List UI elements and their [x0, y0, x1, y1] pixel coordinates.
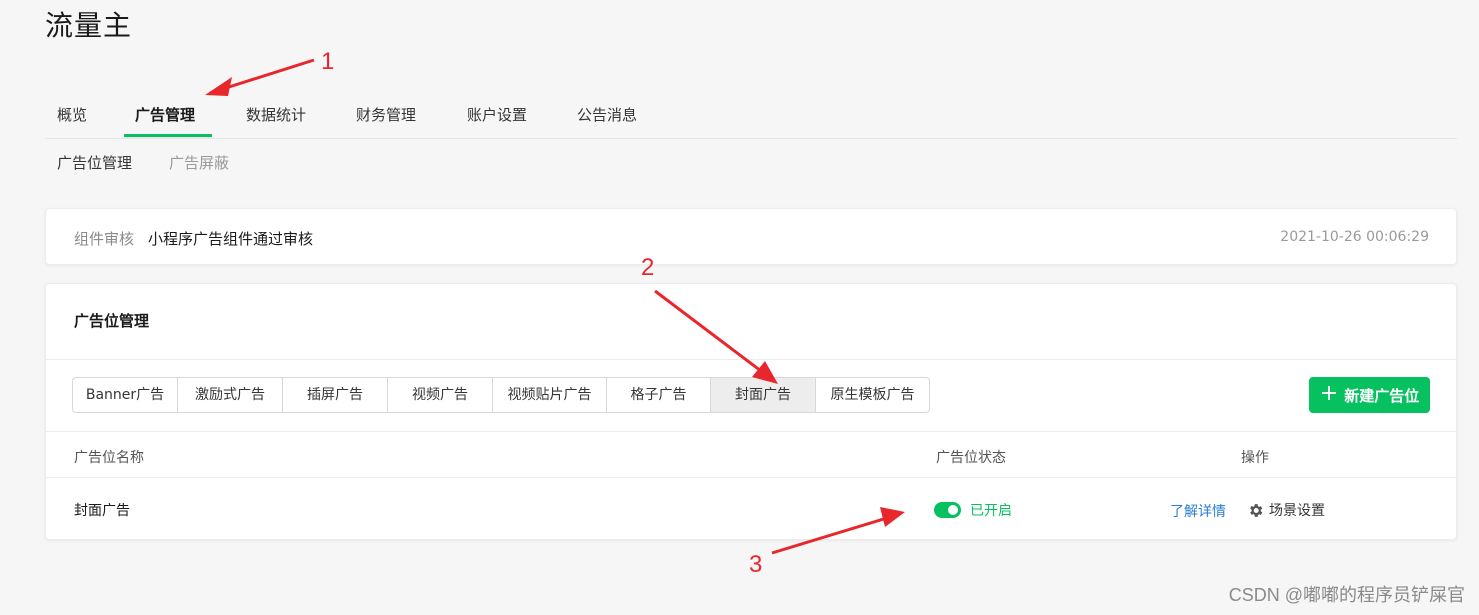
- ad-type-selector: Banner广告 激励式广告 插屏广告 视频广告 视频贴片广告 格子广告 封面广…: [72, 377, 930, 413]
- scene-settings-label: 场景设置: [1269, 503, 1325, 519]
- new-ad-slot-label: 新建广告位: [1344, 386, 1420, 405]
- main-nav: 概览 广告管理 数据统计 财务管理 账户设置 公告消息: [45, 96, 1457, 139]
- column-header-status: 广告位状态: [936, 450, 1006, 466]
- annotation-label-1: 1: [321, 48, 335, 75]
- ad-slot-name: 封面广告: [74, 503, 130, 519]
- ad-type-rewarded[interactable]: 激励式广告: [178, 378, 283, 412]
- plus-icon: +: [1319, 381, 1339, 406]
- ad-type-cover[interactable]: 封面广告: [711, 378, 816, 412]
- ad-type-banner[interactable]: Banner广告: [73, 378, 178, 412]
- toggle-knob: [948, 505, 958, 515]
- column-header-actions: 操作: [1241, 450, 1269, 466]
- notice-label: 组件审核: [74, 230, 135, 248]
- page-title: 流量主: [45, 9, 133, 42]
- scene-settings-button[interactable]: 场景设置: [1247, 500, 1325, 520]
- tab-announcements[interactable]: 公告消息: [577, 104, 637, 125]
- ad-type-native-template[interactable]: 原生模板广告: [816, 378, 929, 412]
- annotation-label-2: 2: [641, 254, 655, 281]
- notice-time: 2021-10-26 00:06:29: [1280, 229, 1429, 245]
- sub-tab-ad-slot-management[interactable]: 广告位管理: [57, 152, 132, 173]
- ad-type-grid[interactable]: 格子广告: [607, 378, 711, 412]
- watermark: CSDN @嘟嘟的程序员铲屎官: [1228, 585, 1465, 605]
- status-text: 已开启: [970, 503, 1012, 519]
- tab-account-settings[interactable]: 账户设置: [467, 104, 527, 125]
- divider: [46, 477, 1456, 478]
- gear-icon: [1247, 502, 1264, 519]
- notice-card: 组件审核 小程序广告组件通过审核 2021-10-26 00:06:29: [45, 208, 1457, 265]
- tab-overview[interactable]: 概览: [57, 104, 87, 125]
- ad-type-video-patch[interactable]: 视频贴片广告: [493, 378, 607, 412]
- tab-ad-management[interactable]: 广告管理: [135, 104, 195, 125]
- ad-type-video[interactable]: 视频广告: [388, 378, 493, 412]
- annotation-label-3: 3: [749, 551, 763, 578]
- annotation-arrow-1: [205, 58, 315, 96]
- sub-tab-ad-blocking[interactable]: 广告屏蔽: [169, 152, 229, 173]
- divider: [46, 359, 1456, 360]
- ad-slot-card: 广告位管理 Banner广告 激励式广告 插屏广告 视频广告 视频贴片广告 格子…: [45, 283, 1457, 540]
- tab-data-statistics[interactable]: 数据统计: [246, 104, 306, 125]
- tab-finance[interactable]: 财务管理: [356, 104, 416, 125]
- divider: [46, 431, 1456, 432]
- learn-details-link[interactable]: 了解详情: [1170, 501, 1226, 521]
- notice-text: 小程序广告组件通过审核: [148, 230, 314, 248]
- column-header-name: 广告位名称: [74, 450, 144, 466]
- status-toggle[interactable]: [934, 502, 961, 518]
- section-title: 广告位管理: [74, 312, 150, 330]
- active-tab-indicator: [124, 134, 212, 137]
- ad-type-interstitial[interactable]: 插屏广告: [283, 378, 388, 412]
- new-ad-slot-button[interactable]: + 新建广告位: [1309, 377, 1430, 413]
